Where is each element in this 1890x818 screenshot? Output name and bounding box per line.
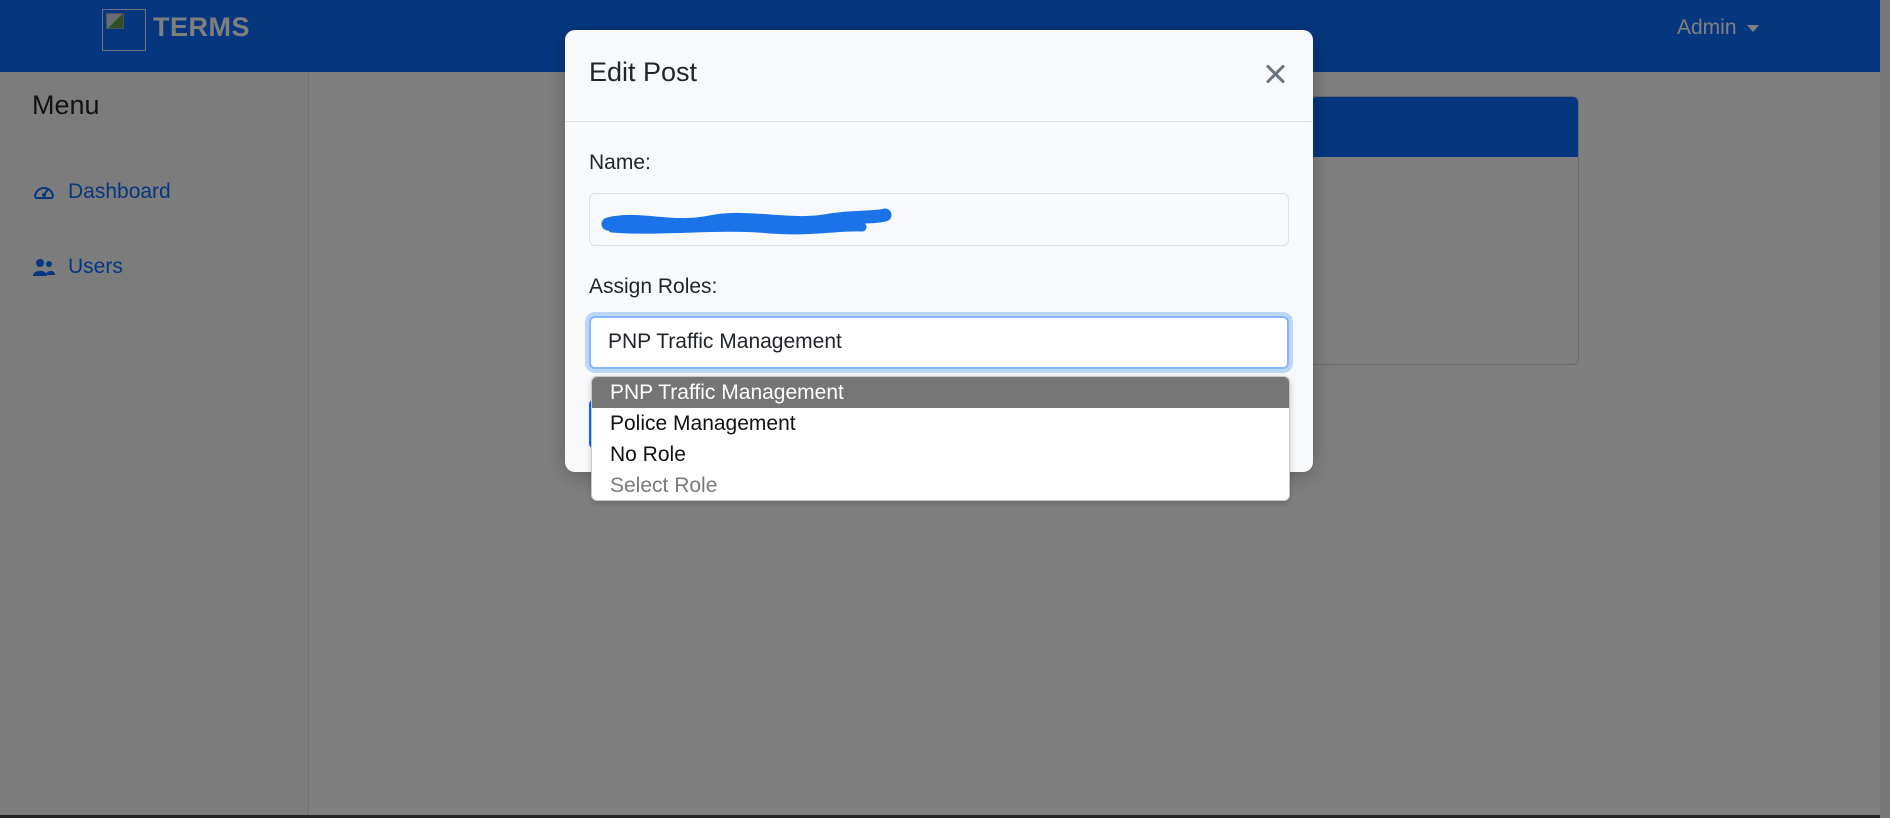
- close-icon[interactable]: [1261, 60, 1289, 88]
- redaction-scribble: [601, 208, 892, 235]
- name-label: Name:: [589, 151, 651, 174]
- roles-select[interactable]: PNP Traffic Management: [589, 316, 1289, 369]
- modal-header: Edit Post: [565, 30, 1313, 122]
- role-option-police-management[interactable]: Police Management: [592, 408, 1289, 439]
- roles-dropdown-list: PNP Traffic Management Police Management…: [591, 376, 1290, 501]
- role-option-pnp-traffic-management[interactable]: PNP Traffic Management: [592, 377, 1289, 408]
- assign-roles-label: Assign Roles:: [589, 275, 718, 298]
- role-option-no-role[interactable]: No Role: [592, 439, 1289, 470]
- roles-select-value: PNP Traffic Management: [608, 330, 842, 353]
- role-option-select-role[interactable]: Select Role: [592, 470, 1289, 500]
- name-input[interactable]: [589, 193, 1289, 246]
- modal-title: Edit Post: [589, 57, 698, 87]
